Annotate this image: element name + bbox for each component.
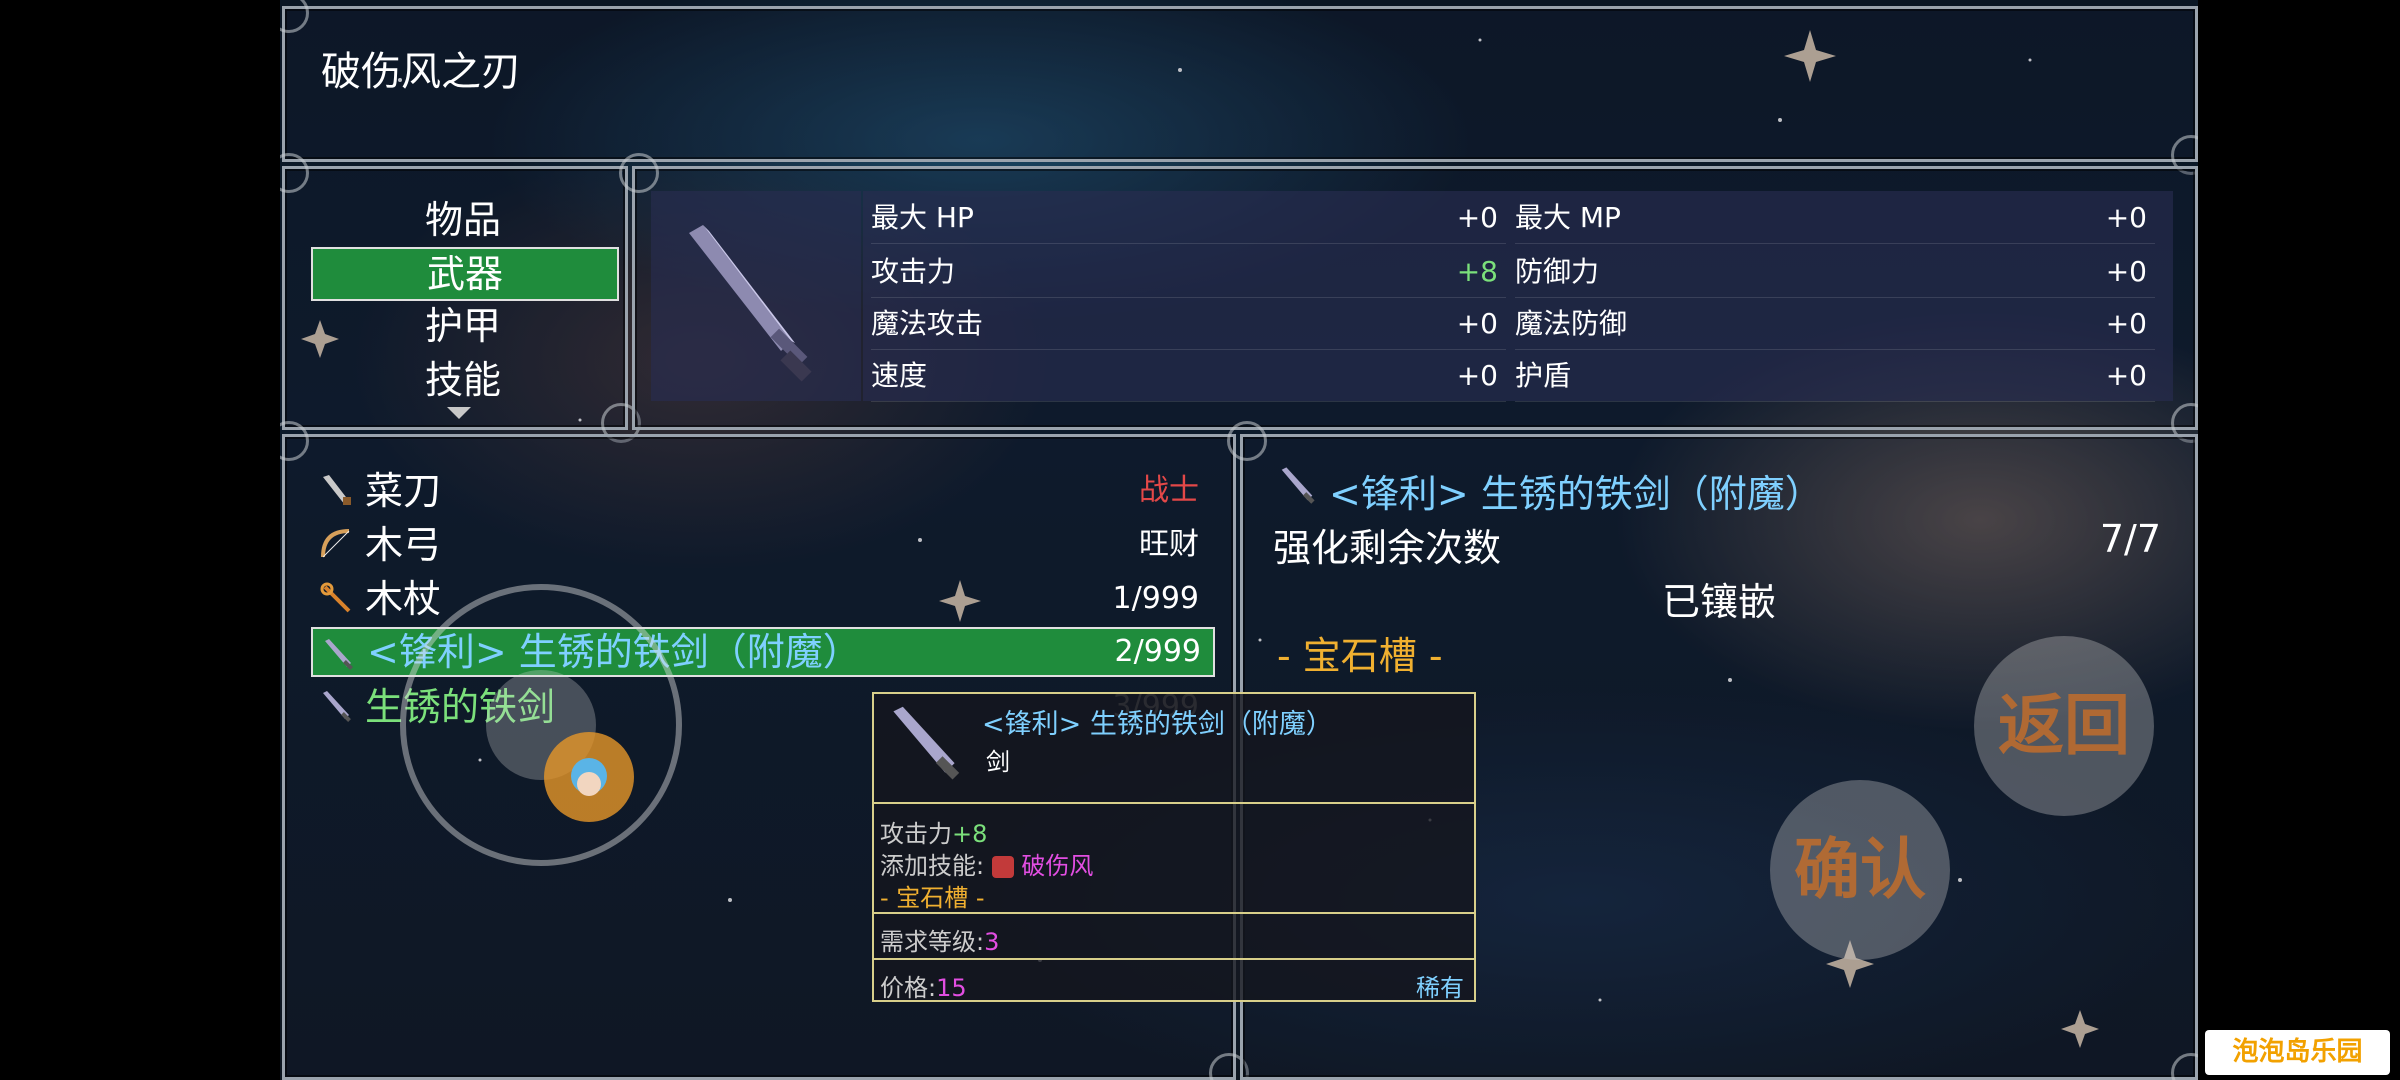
tooltip-required-level: 需求等级:3 [880,928,1000,956]
detail-title: <锋利> 生锈的铁剑（附魔） [1329,472,1823,516]
list-item[interactable]: 木弓 旺财 [311,519,1211,571]
inlaid-label: 已镶嵌 [1661,580,1776,624]
title-window: 破伤风之刃 [280,0,2198,175]
category-window: 物品 武器 护甲 技能 [280,153,641,443]
scroll-down-arrow-icon[interactable] [447,407,471,419]
staff-icon [320,582,351,613]
sword-icon [893,706,960,780]
item-tooltip: <锋利> 生锈的铁剑（附魔） 剑 攻击力+8 添加技能: 破伤风 - 宝石槽 -… [872,692,1476,1002]
back-button[interactable]: 返回 [1974,636,2154,816]
category-item[interactable]: 技能 [311,355,615,405]
weapon-preview [651,191,861,401]
page-title: 破伤风之刃 [321,49,521,95]
category-item-selected[interactable]: 武器 [311,247,619,301]
stat-max-mp: 最大 MP +0 [1515,193,2155,244]
confirm-button[interactable]: 确认 [1770,780,1950,960]
enhance-value: 7/7 [2099,517,2161,561]
divider [874,802,1474,804]
sword-icon [325,639,353,670]
tooltip-skill: 添加技能: 破伤风 [880,852,1094,880]
watermark-logo: 泡泡岛乐园 [2205,1030,2390,1075]
stats-window: 最大 HP +0 最大 MP +0 攻击力 +8 防御力 +0 魔法攻击 +0 魔法防御 +… [619,153,2198,443]
category-item[interactable]: 护甲 [311,301,615,351]
stat-max-hp: 最大 HP +0 [871,193,1506,244]
tooltip-item-type: 剑 [986,748,1010,776]
enhance-label: 强化剩余次数 [1273,526,1502,570]
tooltip-gem-slot: - 宝石槽 - [880,884,985,912]
sword-icon [689,225,812,382]
stat-shield: 护盾 +0 [1515,351,2155,402]
character-portrait-icon [571,758,607,796]
sword-icon [1281,467,1315,504]
tooltip-attack: 攻击力+8 [880,820,988,848]
tooltip-rarity: 稀有 [1416,974,1464,1002]
stat-attack: 攻击力 +8 [871,247,1506,298]
bow-icon [321,529,350,558]
list-item[interactable]: 菜刀 战士 [311,465,1211,517]
divider [874,912,1474,914]
tooltip-item-name: <锋利> 生锈的铁剑（附魔） [982,709,1333,740]
knife-icon [323,475,351,505]
game-scene: 破伤风之刃 物品 武器 护甲 技能 最大 HP +0 最大 MP +0 攻击力 +8 [280,0,2198,1080]
stat-magic-defense: 魔法防御 +0 [1515,299,2155,350]
skill-icon [991,856,1014,878]
joystick-knob[interactable] [544,732,634,822]
stat-magic-attack: 魔法攻击 +0 [871,299,1506,350]
stat-defense: 防御力 +0 [1515,247,2155,298]
stat-speed: 速度 +0 [871,351,1506,402]
sword-icon [323,691,351,722]
category-item[interactable]: 物品 [311,195,615,245]
list-item[interactable]: 木杖 1/999 [311,573,1211,625]
gem-slot-label: - 宝石槽 - [1277,634,1443,678]
divider [874,958,1474,960]
stats-panel: 最大 HP +0 最大 MP +0 攻击力 +8 防御力 +0 魔法攻击 +0 魔法防御 +… [863,191,2173,402]
tooltip-price: 价格:15 [880,974,967,1002]
